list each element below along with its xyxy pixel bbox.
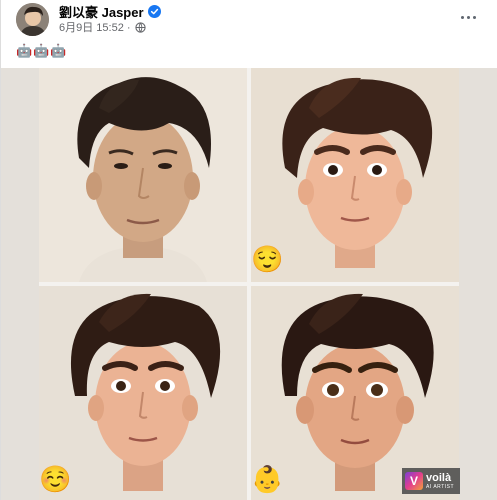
post-text-emoji: 🤖	[16, 43, 33, 58]
globe-icon[interactable]	[134, 21, 146, 33]
post-timestamp[interactable]: 6月9日 15:52 ·	[59, 19, 131, 35]
voila-logo-icon: V	[405, 472, 423, 490]
avatar-image	[16, 3, 49, 36]
voila-watermark: V voilà AI ARTIST	[402, 468, 460, 494]
post-text-emoji: 🤖	[50, 43, 67, 58]
author-avatar[interactable]	[16, 3, 49, 36]
baby-emoji: 👶	[251, 464, 284, 494]
face-collage: 😌 ☺️ 👶	[39, 68, 459, 500]
relieved-face-emoji: 😌	[251, 244, 284, 274]
watermark-title: voilà	[426, 471, 452, 484]
author-name[interactable]: 劉以豪 Jasper	[59, 2, 144, 21]
more-options-icon[interactable]	[456, 8, 480, 26]
smiling-face-emoji: ☺️	[39, 464, 72, 494]
post-image[interactable]: 😌 ☺️ 👶 V voilà AI ARTIST	[1, 68, 497, 500]
panel-original-photo	[39, 68, 247, 282]
author-name-row: 劉以豪 Jasper	[59, 2, 161, 21]
post-header: 劉以豪 Jasper 6月9日 15:52 ·	[1, 0, 497, 40]
post-text-emoji: 🤖	[33, 43, 50, 58]
post-meta: 6月9日 15:52 ·	[59, 20, 146, 34]
verified-badge-icon	[147, 4, 161, 18]
post-text: 🤖 🤖 🤖	[16, 43, 67, 59]
facebook-post: 劉以豪 Jasper 6月9日 15:52 · 🤖 🤖 🤖 😌 ☺️ 👶 V v…	[0, 0, 497, 500]
watermark-subtitle: AI ARTIST	[426, 483, 455, 490]
